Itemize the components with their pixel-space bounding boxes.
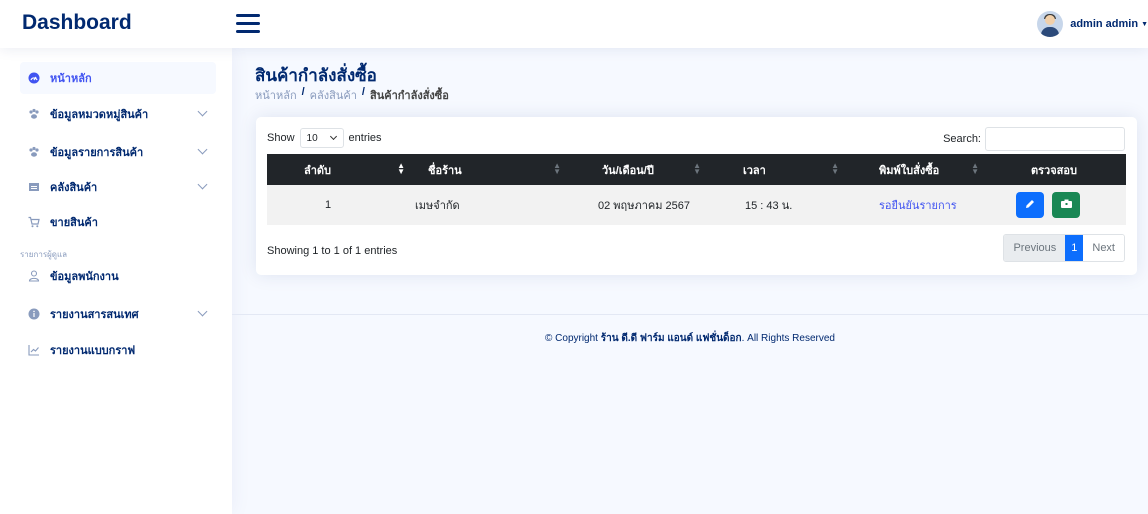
person-icon (28, 270, 40, 282)
cell-time: 15 : 43 น. (745, 200, 793, 212)
user-profile-dropdown[interactable]: admin admin ▼ (1037, 11, 1148, 37)
sidebar-item-label: ข้อมูลพนักงาน (50, 271, 119, 283)
status-link[interactable]: รอยืนยันรายการ (879, 196, 957, 214)
warehouse-icon (28, 181, 40, 193)
cell-date: 02 พฤษภาคม 2567 (598, 200, 691, 212)
breadcrumb: หน้าหลัก / คลังสินค้า / สินค้ากำลังสั่งซ… (255, 86, 449, 104)
cell-shop: เมษจำกัด (415, 200, 460, 212)
sort-asc-icon: ▲ ▼ (397, 161, 405, 176)
top-header: Dashboard admin admin ▼ (0, 0, 1148, 48)
breadcrumb-home[interactable]: หน้าหลัก (255, 86, 297, 104)
avatar (1037, 11, 1064, 37)
chevron-down-icon (329, 132, 337, 141)
sort-icon: ▲ ▼ (693, 161, 701, 176)
page-1-button[interactable]: 1 (1065, 235, 1084, 261)
brand-logo-text[interactable]: Dashboard (22, 11, 132, 35)
dashboard-icon (28, 72, 40, 84)
sidebar-item-label: คลังสินค้า (50, 182, 98, 194)
column-header-shop[interactable]: ชื่อร้าน ▲ ▼ (415, 154, 571, 185)
sidebar-item-info-report[interactable]: รายงานสารสนเทศ (20, 298, 216, 330)
previous-page-button[interactable]: Previous (1004, 235, 1066, 261)
show-label: Show (267, 132, 295, 144)
entries-label: entries (348, 132, 382, 144)
sidebar-item-label: รายงานสารสนเทศ (50, 309, 139, 321)
column-header-print[interactable]: พิมพ์ใบสั่งซื้อ ▲ ▼ (849, 154, 989, 185)
breadcrumb-separator: / (301, 86, 305, 98)
sort-icon: ▲ ▼ (971, 161, 979, 176)
chevron-down-icon (197, 144, 208, 155)
column-header-check[interactable]: ตรวจสอบ (989, 154, 1126, 185)
sidebar-item-label: ขายสินค้า (50, 217, 98, 229)
menu-toggle-icon[interactable] (236, 14, 260, 34)
page-title: สินค้ากำลังสั่งซื้อ (255, 66, 377, 85)
sidebar-item-label: ข้อมูลรายการสินค้า (50, 147, 144, 159)
table-info: Showing 1 to 1 of 1 entries (267, 245, 398, 257)
sidebar-item-home[interactable]: หน้าหลัก (20, 62, 216, 94)
breadcrumb-warehouse[interactable]: คลังสินค้า (310, 86, 357, 104)
sort-icon: ▲ ▼ (553, 161, 561, 176)
column-header-no[interactable]: ลำดับ ▲ ▼ (267, 154, 415, 185)
search-control: Search: (943, 127, 1125, 151)
sidebar-item-categories[interactable]: ข้อมูลหมวดหมู่สินค้า (20, 98, 216, 130)
table-row: 1 เมษจำกัด 02 พฤษภาคม 2567 15 : 43 น. รอ… (267, 185, 1126, 225)
cell-actions (989, 185, 1126, 225)
search-input[interactable] (985, 127, 1125, 151)
info-icon (28, 308, 40, 320)
sidebar-item-product-list[interactable]: ข้อมูลรายการสินค้า (20, 136, 216, 168)
sidebar: หน้าหลัก ข้อมูลหมวดหมู่สินค้า ข้อมูลรายก… (0, 48, 232, 514)
sidebar-item-label: รายงานแบบกราฟ (50, 345, 136, 357)
product-list-icon (28, 146, 40, 158)
sidebar-item-warehouse[interactable]: คลังสินค้า (20, 171, 216, 203)
chevron-down-icon (197, 306, 208, 317)
edit-button[interactable] (1016, 192, 1044, 218)
footer-divider (232, 314, 1148, 315)
chevron-down-icon (197, 106, 208, 117)
sidebar-item-graph-report[interactable]: รายงานแบบกราฟ (20, 334, 216, 366)
chevron-down-icon (197, 179, 208, 190)
category-icon (28, 108, 40, 120)
table-header: ลำดับ ▲ ▼ ชื่อร้าน ▲ ▼ วัน/เดือน/ปี ▲ ▼ เวล… (267, 154, 1126, 185)
line-chart-icon (28, 344, 40, 356)
page-length-control: Show 10 entries (267, 128, 382, 148)
column-header-date[interactable]: วัน/เดือน/ปี ▲ ▼ (571, 154, 711, 185)
cart-icon (28, 216, 40, 228)
box-check-icon (1060, 198, 1073, 213)
next-page-button[interactable]: Next (1083, 235, 1124, 261)
sidebar-item-label: หน้าหลัก (50, 73, 92, 85)
caret-down-icon: ▼ (1141, 20, 1148, 28)
sidebar-item-employees[interactable]: ข้อมูลพนักงาน (20, 260, 216, 292)
sidebar-item-sell[interactable]: ขายสินค้า (20, 206, 216, 238)
column-header-time[interactable]: เวลา ▲ ▼ (711, 154, 849, 185)
check-button[interactable] (1052, 192, 1080, 218)
footer-copyright: © Copyright ร้าน ดี.ดี ฟาร์ม แอนด์ แฟชั่… (545, 333, 835, 344)
pencil-icon (1024, 198, 1036, 213)
footer-company: ร้าน ดี.ดี ฟาร์ม แอนด์ แฟชั่นด็อก (600, 333, 742, 344)
sort-icon: ▲ ▼ (831, 161, 839, 176)
page-length-select[interactable]: 10 (299, 128, 344, 148)
breadcrumb-separator: / (361, 86, 365, 98)
orders-card: Show 10 entries Search: ลำดับ ▲ ▼ ชื่อร้า… (256, 117, 1137, 275)
search-label: Search: (943, 133, 981, 145)
sidebar-item-label: ข้อมูลหมวดหมู่สินค้า (50, 109, 149, 121)
cell-status: รอยืนยันรายการ (849, 185, 989, 225)
breadcrumb-current: สินค้ากำลังสั่งซื้อ (369, 90, 449, 102)
user-name: admin admin (1070, 18, 1139, 30)
pagination: Previous 1 Next (1003, 234, 1125, 262)
cell-no: 1 (325, 199, 332, 211)
